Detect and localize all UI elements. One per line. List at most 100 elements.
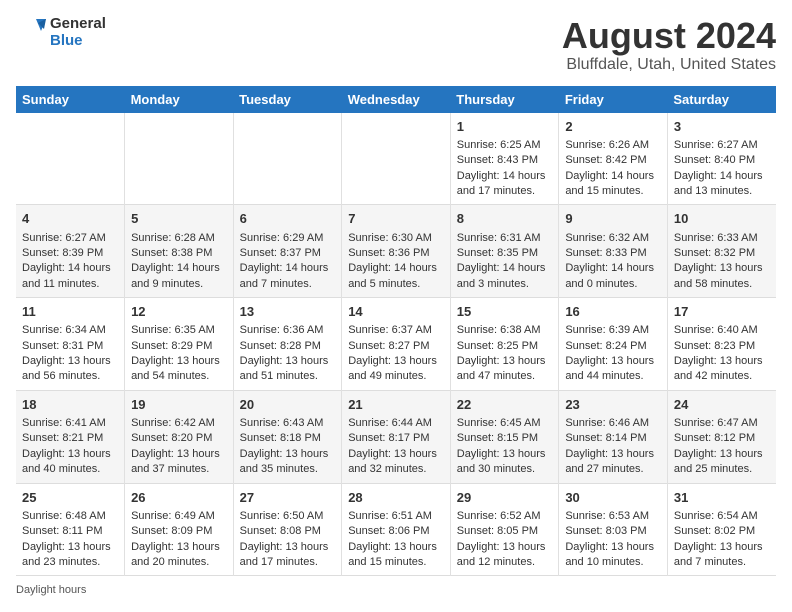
- calendar-cell: 25Sunrise: 6:48 AMSunset: 8:11 PMDayligh…: [16, 483, 125, 576]
- sunrise-text: Sunrise: 6:50 AM: [240, 509, 336, 524]
- col-header-friday: Friday: [559, 86, 668, 113]
- sunrise-text: Sunrise: 6:37 AM: [348, 323, 444, 338]
- sunset-text: Sunset: 8:21 PM: [22, 431, 118, 446]
- calendar-cell: 23Sunrise: 6:46 AMSunset: 8:14 PMDayligh…: [559, 390, 668, 483]
- calendar-week-row: 18Sunrise: 6:41 AMSunset: 8:21 PMDayligh…: [16, 390, 776, 483]
- sunrise-text: Sunrise: 6:47 AM: [674, 416, 770, 431]
- day-number: 4: [22, 210, 118, 228]
- daylight-text: Daylight: 13 hours and 58 minutes.: [674, 261, 770, 292]
- day-number: 5: [131, 210, 227, 228]
- calendar-cell: 1Sunrise: 6:25 AMSunset: 8:43 PMDaylight…: [450, 113, 559, 205]
- daylight-text: Daylight: 14 hours and 5 minutes.: [348, 261, 444, 292]
- sunrise-text: Sunrise: 6:29 AM: [240, 231, 336, 246]
- day-number: 14: [348, 303, 444, 321]
- logo-graphic: [16, 17, 48, 49]
- day-number: 2: [565, 118, 661, 136]
- day-number: 15: [457, 303, 553, 321]
- sunset-text: Sunset: 8:12 PM: [674, 431, 770, 446]
- calendar-cell: 22Sunrise: 6:45 AMSunset: 8:15 PMDayligh…: [450, 390, 559, 483]
- sunset-text: Sunset: 8:05 PM: [457, 524, 553, 539]
- col-header-sunday: Sunday: [16, 86, 125, 113]
- daylight-text: Daylight: 13 hours and 40 minutes.: [22, 447, 118, 478]
- daylight-text: Daylight: 13 hours and 35 minutes.: [240, 447, 336, 478]
- day-number: 7: [348, 210, 444, 228]
- day-number: 11: [22, 303, 118, 321]
- day-number: 8: [457, 210, 553, 228]
- sunset-text: Sunset: 8:17 PM: [348, 431, 444, 446]
- day-number: 21: [348, 396, 444, 414]
- logo-text-general: General: [50, 16, 106, 33]
- daylight-text: Daylight: 13 hours and 7 minutes.: [674, 540, 770, 571]
- daylight-text: Daylight: 13 hours and 49 minutes.: [348, 354, 444, 385]
- header: General Blue August 2024 Bluffdale, Utah…: [16, 16, 776, 74]
- sunset-text: Sunset: 8:31 PM: [22, 339, 118, 354]
- day-number: 13: [240, 303, 336, 321]
- sunset-text: Sunset: 8:27 PM: [348, 339, 444, 354]
- calendar-cell: 11 Sunrise: 6:34 AMSunset: 8:31 PMDayligh…: [16, 298, 125, 391]
- sunset-text: Sunset: 8:02 PM: [674, 524, 770, 539]
- sunrise-text: Sunrise: 6:54 AM: [674, 509, 770, 524]
- daylight-text: Daylight: 13 hours and 56 minutes.: [22, 354, 118, 385]
- sunset-text: Sunset: 8:32 PM: [674, 246, 770, 261]
- calendar-cell: 3Sunrise: 6:27 AMSunset: 8:40 PMDaylight…: [667, 113, 776, 205]
- calendar-cell: 21Sunrise: 6:44 AMSunset: 8:17 PMDayligh…: [342, 390, 451, 483]
- calendar-table: SundayMondayTuesdayWednesdayThursdayFrid…: [16, 86, 776, 577]
- day-number: 20: [240, 396, 336, 414]
- sunset-text: Sunset: 8:37 PM: [240, 246, 336, 261]
- day-number: 17: [674, 303, 770, 321]
- sunset-text: Sunset: 8:39 PM: [22, 246, 118, 261]
- sunrise-text: Sunrise: 6:44 AM: [348, 416, 444, 431]
- daylight-text: Daylight: 14 hours and 9 minutes.: [131, 261, 227, 292]
- sunrise-text: Sunrise: 6:35 AM: [131, 323, 227, 338]
- day-number: 6: [240, 210, 336, 228]
- calendar-cell: 10Sunrise: 6:33 AMSunset: 8:32 PMDayligh…: [667, 205, 776, 298]
- sunrise-text: Sunrise: 6:38 AM: [457, 323, 553, 338]
- page-subtitle: Bluffdale, Utah, United States: [562, 56, 776, 74]
- calendar-cell: 27Sunrise: 6:50 AMSunset: 8:08 PMDayligh…: [233, 483, 342, 576]
- day-number: 25: [22, 489, 118, 507]
- day-number: 27: [240, 489, 336, 507]
- day-number: 23: [565, 396, 661, 414]
- daylight-text: Daylight: 13 hours and 30 minutes.: [457, 447, 553, 478]
- sunset-text: Sunset: 8:38 PM: [131, 246, 227, 261]
- daylight-text: Daylight: 13 hours and 27 minutes.: [565, 447, 661, 478]
- sunset-text: Sunset: 8:24 PM: [565, 339, 661, 354]
- daylight-text: Daylight: 13 hours and 12 minutes.: [457, 540, 553, 571]
- sunrise-text: Sunrise: 6:46 AM: [565, 416, 661, 431]
- daylight-text: Daylight: 14 hours and 11 minutes.: [22, 261, 118, 292]
- sunset-text: Sunset: 8:33 PM: [565, 246, 661, 261]
- daylight-text: Daylight: 13 hours and 25 minutes.: [674, 447, 770, 478]
- calendar-cell: 16Sunrise: 6:39 AMSunset: 8:24 PMDayligh…: [559, 298, 668, 391]
- daylight-text: Daylight: 13 hours and 44 minutes.: [565, 354, 661, 385]
- calendar-week-row: 11Sunrise: 6:34 AMSunset: 8:31 PMDayligh…: [16, 298, 776, 391]
- calendar-cell: [233, 113, 342, 205]
- sunrise-text: Sunrise: 6:51 AM: [348, 509, 444, 524]
- col-header-thursday: Thursday: [450, 86, 559, 113]
- sunrise-text: Sunrise: 6:25 AM: [457, 138, 553, 153]
- sunset-text: Sunset: 8:06 PM: [348, 524, 444, 539]
- calendar-week-row: 25Sunrise: 6:48 AMSunset: 8:11 PMDayligh…: [16, 483, 776, 576]
- day-number: 19: [131, 396, 227, 414]
- sunrise-text: Sunrise: 6:34 AM: [22, 323, 118, 338]
- calendar-cell: 7Sunrise: 6:30 AMSunset: 8:36 PMDaylight…: [342, 205, 451, 298]
- col-header-monday: Monday: [125, 86, 234, 113]
- daylight-text: Daylight: 13 hours and 10 minutes.: [565, 540, 661, 571]
- daylight-text: Daylight: 14 hours and 0 minutes.: [565, 261, 661, 292]
- calendar-cell: 13Sunrise: 6:36 AMSunset: 8:28 PMDayligh…: [233, 298, 342, 391]
- calendar-cell: [125, 113, 234, 205]
- col-header-saturday: Saturday: [667, 86, 776, 113]
- title-block: August 2024 Bluffdale, Utah, United Stat…: [562, 16, 776, 74]
- day-number: 9: [565, 210, 661, 228]
- calendar-cell: 12Sunrise: 6:35 AMSunset: 8:29 PMDayligh…: [125, 298, 234, 391]
- calendar-cell: 2Sunrise: 6:26 AMSunset: 8:42 PMDaylight…: [559, 113, 668, 205]
- calendar-cell: 15Sunrise: 6:38 AMSunset: 8:25 PMDayligh…: [450, 298, 559, 391]
- sunrise-text: Sunrise: 6:33 AM: [674, 231, 770, 246]
- daylight-text: Daylight: 14 hours and 3 minutes.: [457, 261, 553, 292]
- sunset-text: Sunset: 8:36 PM: [348, 246, 444, 261]
- calendar-week-row: 1Sunrise: 6:25 AMSunset: 8:43 PMDaylight…: [16, 113, 776, 205]
- calendar-cell: [16, 113, 125, 205]
- calendar-cell: 20Sunrise: 6:43 AMSunset: 8:18 PMDayligh…: [233, 390, 342, 483]
- sunset-text: Sunset: 8:15 PM: [457, 431, 553, 446]
- sunset-text: Sunset: 8:29 PM: [131, 339, 227, 354]
- day-number: 22: [457, 396, 553, 414]
